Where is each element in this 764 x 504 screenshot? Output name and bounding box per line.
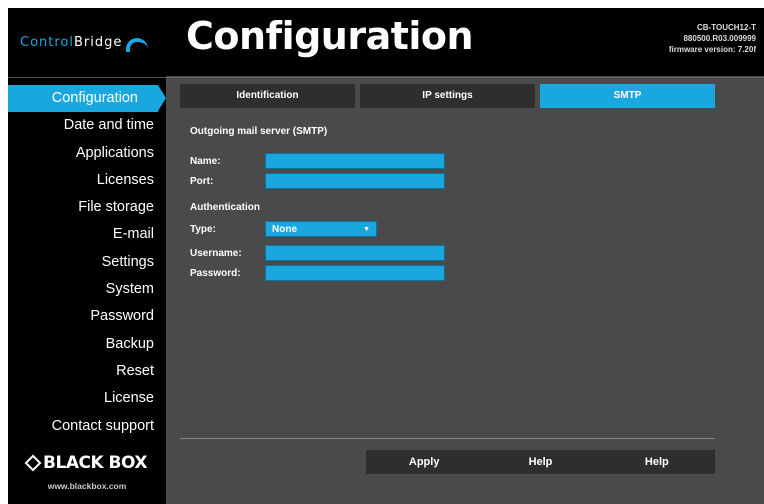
footer-divider [180,438,715,439]
blackbox-diamond-icon [24,454,42,472]
name-label: Name: [190,155,221,167]
device-model: CB-TOUCH12-T [697,23,756,32]
brand-url[interactable]: www.blackbox.com [8,481,166,491]
controlbridge-logo: ControlBridge [8,8,166,76]
sidebar-item-date-and-time[interactable]: Date and time [8,112,166,139]
password-row: Password: [190,264,710,282]
device-info: CB-TOUCH12-T 880500.R03.009999 firmware … [669,22,756,55]
brand-name: BLACK BOX [43,453,147,473]
help-button[interactable]: Help [482,450,598,474]
sidebar-item-license[interactable]: License [8,385,166,412]
sidebar-item-file-storage[interactable]: File storage [8,194,166,221]
apply-button[interactable]: Apply [366,450,482,474]
page-header: Configuration CB-TOUCH12-T 880500.R03.00… [166,8,764,76]
username-row: Username: [190,244,710,262]
tab-smtp[interactable]: SMTP [540,84,715,108]
port-label: Port: [190,175,214,187]
tab-identification[interactable]: Identification [180,84,355,108]
sidebar-item-e-mail[interactable]: E-mail [8,221,166,248]
page-title: Configuration [186,14,474,58]
app-window: ControlBridge Configuration Date and tim… [8,8,764,504]
tab-ip-settings[interactable]: IP settings [360,84,535,108]
username-input[interactable] [265,245,445,261]
smtp-name-input[interactable] [265,153,445,169]
sidebar-item-reset[interactable]: Reset [8,358,166,385]
sidebar-item-configuration[interactable]: Configuration [8,85,166,113]
sidebar-item-settings[interactable]: Settings [8,249,166,276]
type-label: Type: [190,223,216,235]
password-label: Password: [190,267,241,279]
sidebar: ControlBridge Configuration Date and tim… [8,8,166,504]
sidebar-item-applications[interactable]: Applications [8,140,166,167]
sidebar-divider [8,77,166,78]
auth-type-value: None [272,223,297,235]
help-button-secondary[interactable]: Help [599,450,715,474]
firmware-version: firmware version: 7.20f [668,45,756,54]
smtp-form: Outgoing mail server (SMTP) Name: Port: … [190,126,710,284]
sidebar-item-contact-support[interactable]: Contact support [8,413,166,440]
device-serial: 880500.R03.009999 [683,34,756,43]
main-content: Configuration CB-TOUCH12-T 880500.R03.00… [166,8,764,504]
blackbox-brand: BLACK BOX www.blackbox.com [8,453,166,491]
logo-text-bridge: Bridge [74,34,123,50]
auth-section-title: Authentication [190,202,260,213]
password-input[interactable] [265,265,445,281]
logo-arc-icon [126,38,149,52]
smtp-port-input[interactable] [265,173,445,189]
config-tabs: Identification IP settings SMTP [180,84,715,108]
sidebar-nav: Configuration Date and time Applications… [8,85,166,440]
port-row: Port: [190,172,710,190]
footer-actions: Apply Help Help [366,450,715,474]
auth-type-row: Type: None ▼ [190,220,710,238]
name-row: Name: [190,152,710,170]
sidebar-item-system[interactable]: System [8,276,166,303]
header-divider [166,77,764,78]
username-label: Username: [190,247,242,259]
logo-text-control: Control [20,34,74,50]
dropdown-arrow-icon: ▼ [363,225,370,233]
auth-type-select[interactable]: None ▼ [265,221,377,237]
smtp-section-title: Outgoing mail server (SMTP) [190,126,328,137]
sidebar-item-licenses[interactable]: Licenses [8,167,166,194]
sidebar-item-password[interactable]: Password [8,303,166,330]
sidebar-item-backup[interactable]: Backup [8,331,166,358]
